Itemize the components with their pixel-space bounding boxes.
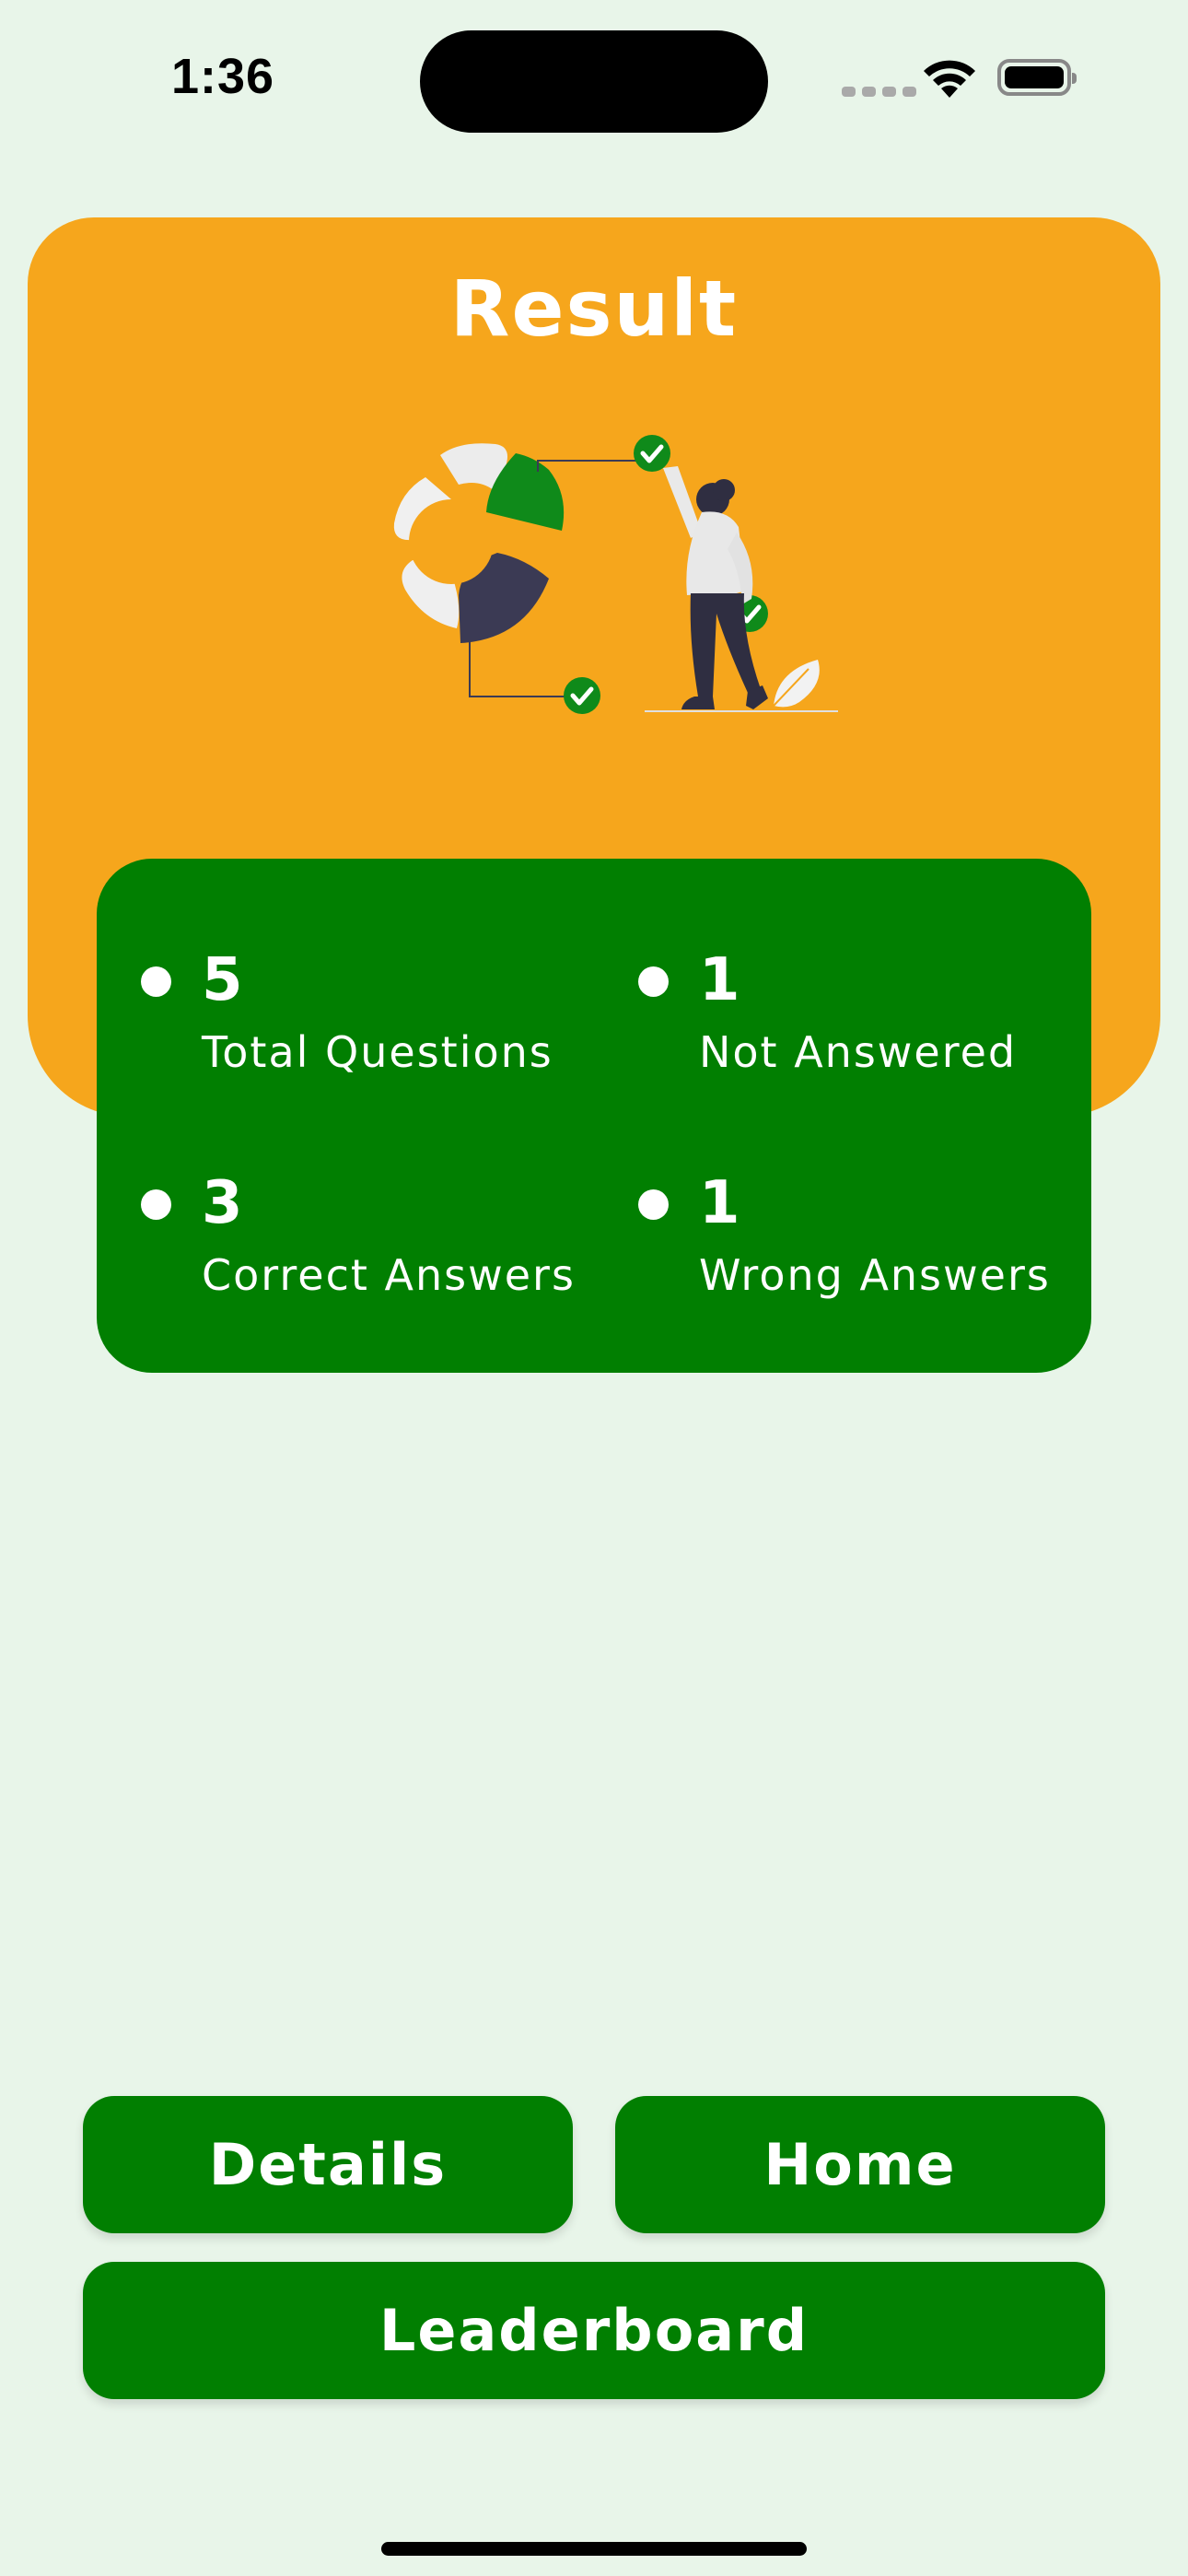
stat-value: 1	[699, 1169, 740, 1237]
stat-label: Correct Answers	[202, 1250, 576, 1300]
status-time: 1:36	[171, 49, 275, 104]
wifi-icon	[924, 60, 975, 98]
stat-value: 1	[699, 946, 740, 1014]
stat-label: Total Questions	[202, 1027, 553, 1077]
stat-value: 3	[202, 1169, 243, 1237]
bullet-dot-icon	[638, 966, 669, 997]
bullet-dot-icon	[638, 1189, 669, 1220]
leaderboard-button[interactable]: Leaderboard	[83, 2262, 1105, 2399]
stat-label: Wrong Answers	[699, 1250, 1051, 1300]
home-indicator[interactable]	[381, 2542, 807, 2556]
battery-icon	[997, 59, 1077, 96]
home-button[interactable]: Home	[615, 2096, 1105, 2233]
dynamic-island	[420, 30, 768, 133]
details-button[interactable]: Details	[83, 2096, 573, 2233]
stat-value: 5	[202, 946, 243, 1014]
cellular-signal-icon	[842, 87, 916, 97]
bullet-dot-icon	[141, 1189, 171, 1220]
stat-label: Not Answered	[699, 1027, 1018, 1077]
bullet-dot-icon	[141, 966, 171, 997]
person-checking-pie-chart-illustration	[393, 435, 838, 714]
result-title: Result	[449, 263, 739, 354]
stats-panel: 5 Total Questions 1 Not Answered 3 Corre…	[97, 859, 1091, 1373]
